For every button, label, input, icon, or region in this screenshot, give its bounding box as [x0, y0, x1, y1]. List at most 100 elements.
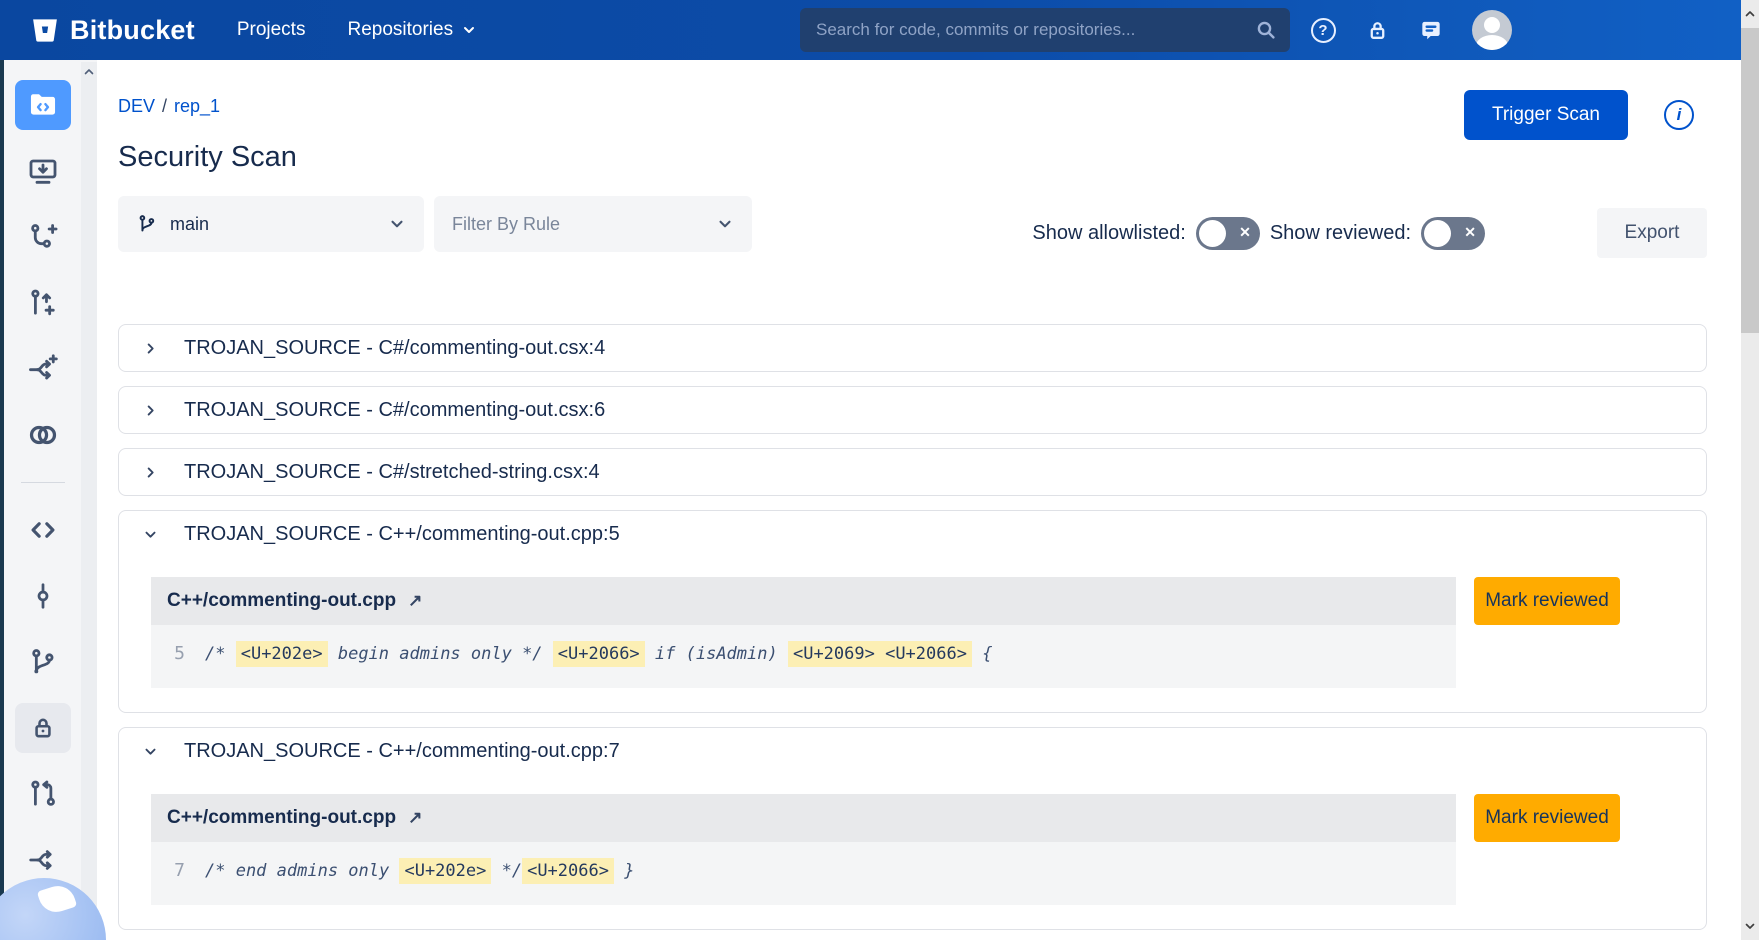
- show-allowlisted-toggle[interactable]: ✕: [1196, 217, 1260, 250]
- fork-plus-icon: [27, 353, 59, 385]
- page-scrollbar[interactable]: [1741, 0, 1759, 940]
- breadcrumb-project-link[interactable]: DEV: [118, 96, 155, 117]
- nav-projects[interactable]: Projects: [237, 19, 306, 41]
- finding-header[interactable]: TROJAN_SOURCE - C++/commenting-out.cpp:7: [119, 728, 1706, 774]
- file-name-link[interactable]: C++/commenting-out.cpp: [167, 590, 396, 612]
- breadcrumb-repo-link[interactable]: rep_1: [174, 96, 220, 117]
- breadcrumb-separator: /: [162, 96, 167, 117]
- code-brackets-icon: [26, 513, 60, 547]
- sidebar-scroll-up-icon[interactable]: [83, 66, 95, 78]
- code-line: 5 /* <U+202e> begin admins only */ <U+20…: [151, 625, 1456, 688]
- finding-title: TROJAN_SOURCE - C#/stretched-string.csx:…: [184, 461, 600, 484]
- branch-plus-icon: [27, 221, 59, 253]
- sidebar-item-commits[interactable]: [15, 571, 71, 621]
- finding-row-expanded: TROJAN_SOURCE - C++/commenting-out.cpp:5…: [118, 510, 1707, 713]
- help-icon[interactable]: ?: [1310, 17, 1336, 43]
- scroll-down-icon[interactable]: [1744, 920, 1756, 932]
- sidebar-item-pull-requests[interactable]: [15, 769, 71, 819]
- sidebar-item-security-scan[interactable]: [15, 703, 71, 753]
- branch-selector[interactable]: main: [118, 196, 424, 252]
- branch-selector-value: main: [170, 214, 209, 235]
- sidebar-item-create-branch[interactable]: [15, 212, 71, 262]
- mark-reviewed-button[interactable]: Mark reviewed: [1474, 794, 1620, 842]
- sidebar-item-branches[interactable]: [15, 637, 71, 687]
- venn-circles-icon: [26, 418, 60, 452]
- line-number: 7: [165, 860, 185, 881]
- page-scrollbar-thumb[interactable]: [1741, 28, 1759, 333]
- finding-title: TROJAN_SOURCE - C++/commenting-out.cpp:5: [184, 523, 620, 546]
- clone-monitor-icon: [27, 155, 59, 187]
- finding-row[interactable]: TROJAN_SOURCE - C#/commenting-out.csx:4: [118, 324, 1707, 372]
- app-window: Bitbucket Projects Repositories ?: [0, 0, 1759, 940]
- global-search: [800, 8, 1290, 52]
- finding-row[interactable]: TROJAN_SOURCE - C#/commenting-out.csx:6: [118, 386, 1707, 434]
- search-input[interactable]: [800, 8, 1290, 52]
- search-icon[interactable]: [1254, 18, 1278, 42]
- chevron-right-icon: [143, 341, 158, 356]
- folder-code-icon: [26, 88, 60, 122]
- assistant-bubble-glyph: [37, 881, 77, 916]
- pull-request-plus-icon: [27, 287, 59, 319]
- rule-filter-placeholder: Filter By Rule: [452, 214, 560, 235]
- commit-icon: [28, 581, 58, 611]
- sidebar-item-compare[interactable]: [15, 344, 71, 394]
- trigger-scan-button[interactable]: Trigger Scan: [1464, 90, 1628, 140]
- finding-row[interactable]: TROJAN_SOURCE - C#/stretched-string.csx:…: [118, 448, 1707, 496]
- external-link-icon[interactable]: ↗: [408, 591, 422, 611]
- security-scan-page: DEV / rep_1 Security Scan Trigger Scan i…: [97, 60, 1741, 940]
- finding-title: TROJAN_SOURCE - C#/commenting-out.csx:6: [184, 399, 605, 422]
- nav-repositories[interactable]: Repositories: [347, 19, 477, 41]
- file-header: C++/commenting-out.cpp ↗: [151, 794, 1456, 842]
- page-title: Security Scan: [118, 141, 1707, 174]
- finding-header[interactable]: TROJAN_SOURCE - C++/commenting-out.cpp:5: [119, 511, 1706, 557]
- sidebar-item-clone[interactable]: [15, 146, 71, 196]
- chevron-right-icon: [143, 403, 158, 418]
- sidebar-item-source-code[interactable]: [15, 505, 71, 555]
- export-button[interactable]: Export: [1597, 208, 1707, 258]
- info-icon[interactable]: i: [1664, 100, 1694, 130]
- sidebar-item-diff-venn[interactable]: [15, 410, 71, 460]
- toggle-group: Show allowlisted: ✕ Show reviewed: ✕: [1032, 217, 1485, 250]
- lock-icon: [29, 714, 57, 742]
- show-reviewed-toggle[interactable]: ✕: [1421, 217, 1485, 250]
- scroll-up-icon[interactable]: [1744, 8, 1756, 20]
- show-allowlisted-label: Show allowlisted:: [1032, 222, 1185, 245]
- top-navbar: Bitbucket Projects Repositories ?: [0, 0, 1741, 60]
- finding-title: TROJAN_SOURCE - C++/commenting-out.cpp:7: [184, 740, 620, 763]
- findings-list: TROJAN_SOURCE - C#/commenting-out.csx:4 …: [118, 324, 1707, 930]
- sidebar-scrollbar[interactable]: [81, 62, 97, 938]
- bitbucket-home-link[interactable]: Bitbucket: [30, 15, 195, 46]
- branch-icon: [136, 213, 158, 235]
- external-link-icon[interactable]: ↗: [408, 808, 422, 828]
- code-text: /* end admins only <U+202e> */<U+2066> }: [205, 861, 634, 881]
- finding-title: TROJAN_SOURCE - C#/commenting-out.csx:4: [184, 337, 605, 360]
- toggle-off-icon: ✕: [1239, 224, 1251, 241]
- line-number: 5: [165, 643, 185, 664]
- file-header: C++/commenting-out.cpp ↗: [151, 577, 1456, 625]
- rule-filter-select[interactable]: Filter By Rule: [434, 196, 752, 252]
- finding-row-expanded: TROJAN_SOURCE - C++/commenting-out.cpp:7…: [118, 727, 1707, 930]
- user-avatar[interactable]: [1472, 10, 1512, 50]
- lock-icon[interactable]: [1364, 17, 1390, 43]
- avatar-silhouette: [1484, 17, 1500, 33]
- sidebar-divider: [21, 482, 65, 483]
- toggle-off-icon: ✕: [1464, 224, 1476, 241]
- file-name-link[interactable]: C++/commenting-out.cpp: [167, 807, 396, 829]
- sidebar-item-repository-files[interactable]: [15, 80, 71, 130]
- code-snippet-panel: C++/commenting-out.cpp ↗ 5 /* <U+202e> b…: [151, 577, 1456, 688]
- filter-bar: main Filter By Rule Show allowlisted: ✕ …: [118, 196, 1707, 252]
- feedback-icon[interactable]: [1418, 17, 1444, 43]
- pull-request-icon: [27, 778, 59, 810]
- show-reviewed-label: Show reviewed:: [1270, 222, 1411, 245]
- mark-reviewed-button[interactable]: Mark reviewed: [1474, 577, 1620, 625]
- chevron-down-icon: [388, 215, 406, 233]
- code-line: 7 /* end admins only <U+202e> */<U+2066>…: [151, 842, 1456, 905]
- chevron-right-icon: [143, 465, 158, 480]
- code-text: /* <U+202e> begin admins only */ <U+2066…: [205, 644, 992, 664]
- navbar-icon-group: ?: [1310, 0, 1512, 60]
- chevron-down-icon: [143, 527, 158, 542]
- sidebar-item-create-pull-request[interactable]: [15, 278, 71, 328]
- chevron-down-icon: [461, 22, 477, 38]
- chevron-down-icon: [143, 744, 158, 759]
- fork-icon: [27, 844, 59, 876]
